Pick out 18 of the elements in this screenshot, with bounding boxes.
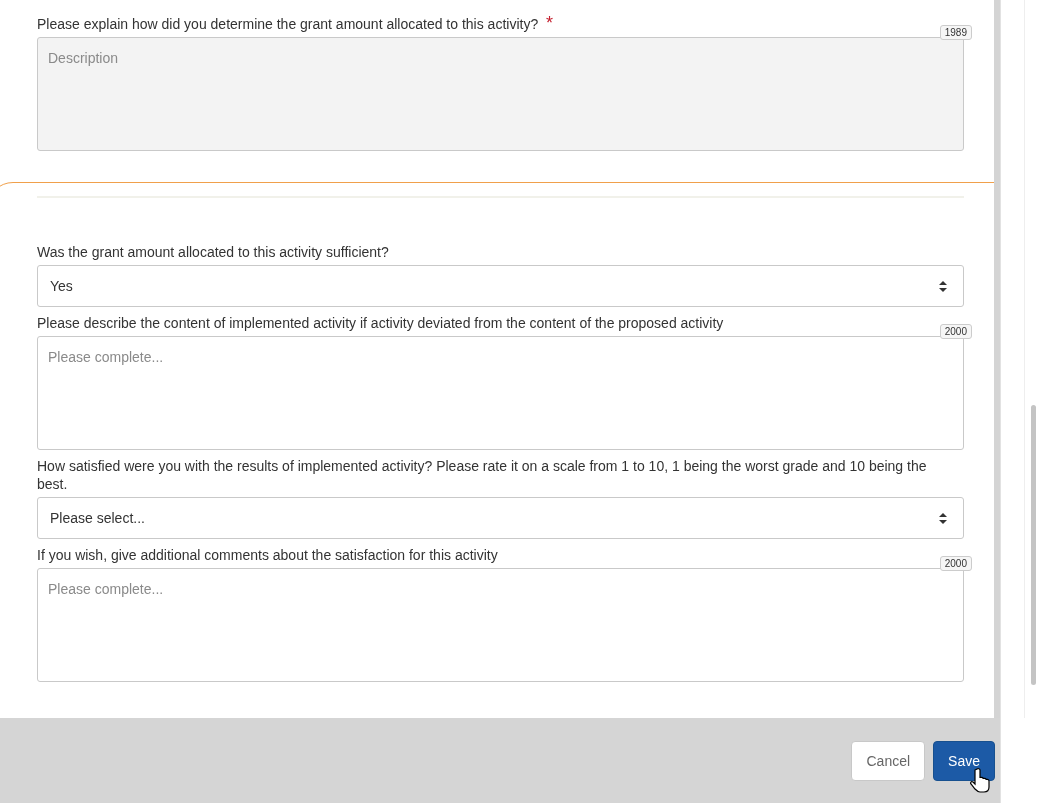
field-label: Was the grant amount allocated to this activity sufficient? [37,244,389,260]
required-mark: * [546,13,554,33]
text-area[interactable]: Please complete... [37,568,964,682]
character-counter: 2000 [939,324,972,339]
sort-arrows-icon [939,512,947,524]
cancel-button[interactable]: Cancel [851,740,926,781]
hand-cursor-icon [970,767,992,793]
sort-arrows-icon [939,280,947,292]
character-counter: 2000 [939,556,972,571]
field-label: Please explain how did you determine the grant amount allocated to this activity? [37,16,539,32]
field-label: How satisfied were you with the results of implemented activity? Please rate it on a scale from 1 to 10, 1 being the worst grade and 10 being the best. [37,458,927,492]
character-counter: 1989 [939,25,972,40]
text-area[interactable]: Please complete... [37,336,964,450]
field-label: If you wish, give additional comments about the satisfaction for this activity [37,547,498,563]
field-label: Please describe the content of implemented activity if activity deviated from the content of the proposed activity [37,315,724,331]
scrollbar-thumb[interactable] [1031,405,1036,685]
dropdown-select[interactable]: Yes [37,265,964,307]
dropdown-select[interactable]: Please select... [37,497,964,539]
